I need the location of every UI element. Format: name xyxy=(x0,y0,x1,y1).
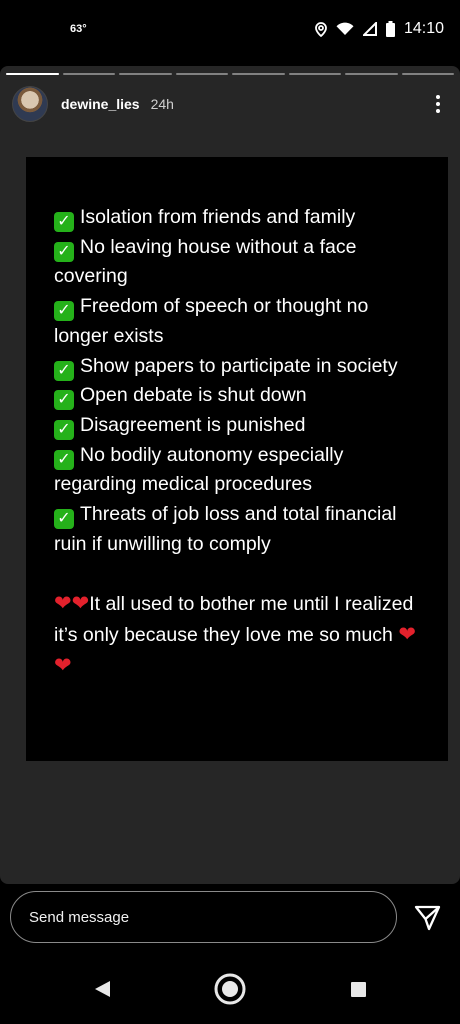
story-progress-segment xyxy=(288,73,341,75)
story-list-item-text: No bodily autonomy especially regarding … xyxy=(54,443,344,496)
avatar[interactable] xyxy=(12,86,48,122)
story-progress-segment xyxy=(401,73,454,75)
send-icon[interactable] xyxy=(412,902,442,932)
back-icon[interactable] xyxy=(85,972,119,1006)
check-mark-icon: ✓ xyxy=(54,241,74,262)
message-bar: Send message xyxy=(0,884,460,950)
more-options-icon[interactable] xyxy=(428,90,448,118)
send-message-input[interactable]: Send message xyxy=(10,891,397,943)
location-icon xyxy=(315,21,327,37)
signal-icon xyxy=(362,22,377,36)
story-list-item-text: Open debate is shut down xyxy=(80,384,307,407)
status-bar: 63° 14:10 xyxy=(0,0,460,58)
story-progress-segment xyxy=(175,73,228,75)
home-icon[interactable] xyxy=(213,972,247,1006)
story-list-item: ✓ Open debate is shut down xyxy=(54,381,424,411)
story-list-item: ✓ Isolation from friends and family xyxy=(54,203,424,233)
story-progress-segment xyxy=(62,73,115,75)
recents-icon[interactable] xyxy=(341,972,375,1006)
story-closing: ❤︎❤︎It all used to bother me until I rea… xyxy=(54,589,424,681)
check-mark-icon: ✓ xyxy=(54,419,74,440)
story-progress-segment xyxy=(345,73,398,75)
check-mark-icon: ✓ xyxy=(54,301,74,322)
story-list-item: ✓ Threats of job loss and total financial… xyxy=(54,500,424,559)
story-list-item-text: Show papers to participate in society xyxy=(80,354,398,377)
story-header: dewine_lies 24h xyxy=(12,86,448,122)
story-list-item: ✓ No leaving house without a face coverin… xyxy=(54,233,424,292)
clock: 14:10 xyxy=(403,20,444,37)
check-mark-icon: ✓ xyxy=(54,509,74,530)
check-mark-icon: ✓ xyxy=(54,212,74,232)
wifi-icon xyxy=(336,22,354,35)
story-list-item: ✓ Show papers to participate in society xyxy=(54,352,424,382)
story-list-item-text: Disagreement is punished xyxy=(80,413,306,436)
system-navigation-bar xyxy=(0,954,460,1024)
check-mark-icon: ✓ xyxy=(54,360,74,381)
temperature: 63° xyxy=(70,23,87,35)
post-time: 24h xyxy=(150,96,174,112)
check-mark-icon: ✓ xyxy=(54,390,74,411)
story-list-item-text: Freedom of speech or thought no longer e… xyxy=(54,295,369,347)
story-list-item-text: Isolation from friends and family xyxy=(80,206,356,228)
story-progress-segment xyxy=(232,73,285,75)
story-progress-segment xyxy=(119,73,172,75)
check-mark-icon: ✓ xyxy=(54,449,74,470)
heart-icon: ❤︎❤︎ xyxy=(54,592,90,616)
story-list-item-text: No leaving house without a face covering xyxy=(54,235,357,288)
story-progress-segment xyxy=(6,73,59,75)
story-viewer[interactable]: dewine_lies 24h ✓ Isolation from friends … xyxy=(0,66,460,884)
story-image: ✓ Isolation from friends and family ✓ No le… xyxy=(26,157,448,761)
story-list-item-text: Threats of job loss and total financial … xyxy=(54,503,397,555)
story-progress-bar xyxy=(6,73,454,76)
status-icons: 14:10 xyxy=(315,20,444,38)
story-list-item: ✓ Disagreement is punished xyxy=(54,411,424,441)
send-message-placeholder: Send message xyxy=(29,908,130,926)
battery-icon xyxy=(385,21,395,37)
story-list-item: ✓ No bodily autonomy especially regarding… xyxy=(54,441,424,500)
closing-text: It all used to bother me until I realize… xyxy=(54,593,414,646)
story-list-item: ✓ Freedom of speech or thought no longer … xyxy=(54,292,424,351)
story-list: ✓ Isolation from friends and family ✓ No le… xyxy=(54,203,424,559)
username[interactable]: dewine_lies xyxy=(61,96,140,112)
